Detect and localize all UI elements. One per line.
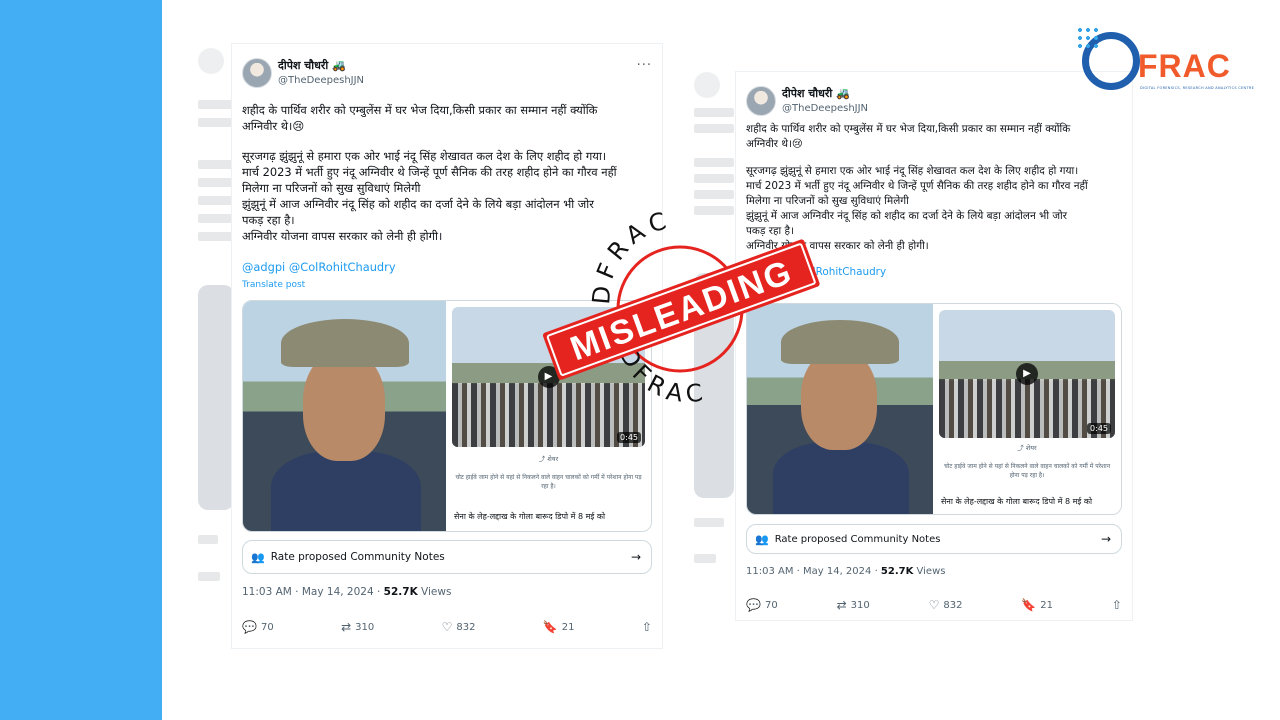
share-icon: ⇧ <box>1111 598 1122 612</box>
news-caption-small: चोट हाईवे जाम होने से यहां से निकलने वाल… <box>455 474 642 490</box>
people-icon: 👥 <box>251 550 265 564</box>
tweet-line: अग्निवीर थे।😢 <box>242 119 305 133</box>
logo-tagline: DIGITAL FORENSICS, RESEARCH AND ANALYTIC… <box>1140 86 1255 90</box>
tweet-line: मार्च 2023 में भर्ती हुए नंदू अग्निवीर थ… <box>242 165 617 179</box>
bookmark-button[interactable]: 🔖 21 <box>1021 598 1053 612</box>
repost-icon: ⇄ <box>836 598 847 612</box>
translate-link[interactable]: Translate post <box>242 280 305 290</box>
display-name[interactable]: दीपेश चौधरी 🚜 <box>782 86 868 101</box>
news-caption: सेना के लेह-लद्दाख के गोला बारूद डिपो मे… <box>941 497 1093 506</box>
tweet-actions: 💬 70 ⇄ 310 ♡ 832 🔖 21 ⇧ <box>242 620 652 634</box>
tweet-line: शहीद के पार्थिव शरीर को एम्बुलेंस में घर… <box>242 103 598 117</box>
news-caption: सेना के लेह-लद्दाख के गोला बारूद डिपो मे… <box>454 512 606 521</box>
reply-icon: 💬 <box>242 620 257 634</box>
video-duration: 0:45 <box>1087 423 1111 434</box>
bookmark-button[interactable]: 🔖 21 <box>543 620 575 634</box>
repost-button[interactable]: ⇄ 310 <box>837 598 870 612</box>
arrow-right-icon: → <box>630 550 641 564</box>
mention-links[interactable]: @adgpi @ColRohitChaudry <box>242 260 396 274</box>
reply-icon: 💬 <box>746 598 761 612</box>
video-duration: 0:45 <box>617 432 641 443</box>
share-button[interactable]: ⇧ <box>642 620 652 634</box>
share-icon: ⇧ <box>641 620 652 634</box>
reply-button[interactable]: 💬 70 <box>746 598 778 612</box>
share-label[interactable]: ⤴ शेयर <box>446 453 651 463</box>
repost-icon: ⇄ <box>341 620 352 634</box>
play-icon[interactable]: ▶ <box>1016 363 1038 385</box>
video-thumbnail[interactable]: ▶ 0:45 <box>939 310 1115 438</box>
community-notes-button[interactable]: 👥 Rate proposed Community Notes → <box>746 524 1122 554</box>
tweet-header: दीपेश चौधरी 🚜 @TheDeepeshJJN <box>746 86 868 116</box>
reply-button[interactable]: 💬 70 <box>242 620 274 634</box>
user-handle[interactable]: @TheDeepeshJJN <box>782 101 868 116</box>
people-icon: 👥 <box>755 532 769 546</box>
logo-dots <box>1076 26 1100 50</box>
share-button[interactable]: ⇧ <box>1112 598 1122 612</box>
left-color-band <box>0 0 162 720</box>
tweet-timestamp[interactable]: 11:03 AM · May 14, 2024 · 52.7K Views <box>746 566 945 577</box>
tweet-line: सूरजगढ़ झुंझुनूं से हमारा एक ओर भाई नंदू… <box>746 165 1079 177</box>
community-notes-button[interactable]: 👥 Rate proposed Community Notes → <box>242 540 652 574</box>
tweet-line: अग्निवीर थे।😢 <box>746 138 803 150</box>
avatar[interactable] <box>746 86 776 116</box>
user-handle[interactable]: @TheDeepeshJJN <box>278 73 364 88</box>
bookmark-icon: 🔖 <box>542 620 558 634</box>
heart-icon: ♡ <box>441 620 453 634</box>
tweet-timestamp[interactable]: 11:03 AM · May 14, 2024 · 52.7K Views <box>242 586 451 598</box>
display-name[interactable]: दीपेश चौधरी 🚜 <box>278 58 364 73</box>
tweet-header: दीपेश चौधरी 🚜 @TheDeepeshJJN <box>242 58 364 88</box>
soldier-photo[interactable] <box>243 301 448 531</box>
tweet-line: शहीद के पार्थिव शरीर को एम्बुलेंस में घर… <box>746 123 1071 135</box>
dfrac-logo: FRAC DIGITAL FORENSICS, RESEARCH AND ANA… <box>1076 26 1262 96</box>
tweet-line: सूरजगढ़ झुंझुनूं से हमारा एक ओर भाई नंदू… <box>242 149 607 163</box>
avatar[interactable] <box>242 58 272 88</box>
arrow-right-icon: → <box>1100 532 1111 546</box>
bookmark-icon: 🔖 <box>1021 598 1037 612</box>
tweet-line: मिलेगा ना परिजनों को सुख सुविधाएं मिलेगी <box>242 181 421 195</box>
like-button[interactable]: ♡ 832 <box>929 598 963 612</box>
tweet-actions: 💬 70 ⇄ 310 ♡ 832 🔖 21 ⇧ <box>746 598 1122 612</box>
misleading-stamp: DFRAC DFRAC MISLEADING <box>530 205 830 415</box>
heart-icon: ♡ <box>928 598 940 612</box>
like-button[interactable]: ♡ 832 <box>442 620 476 634</box>
repost-button[interactable]: ⇄ 310 <box>341 620 374 634</box>
tweet-line: मार्च 2023 में भर्ती हुए नंदू अग्निवीर थ… <box>746 180 1088 192</box>
share-label[interactable]: ⤴ शेयर <box>933 442 1121 452</box>
news-caption-small: चोट हाईवे जाम होने से यहां से निकलने वाल… <box>943 463 1111 479</box>
more-options-icon[interactable]: ··· <box>637 58 652 73</box>
ghost-tweet-left <box>196 40 236 620</box>
news-card[interactable]: ▶ 0:45 ⤴ शेयर चोट हाईवे जाम होने से यहां… <box>933 304 1121 514</box>
logo-word: FRAC <box>1138 48 1231 84</box>
